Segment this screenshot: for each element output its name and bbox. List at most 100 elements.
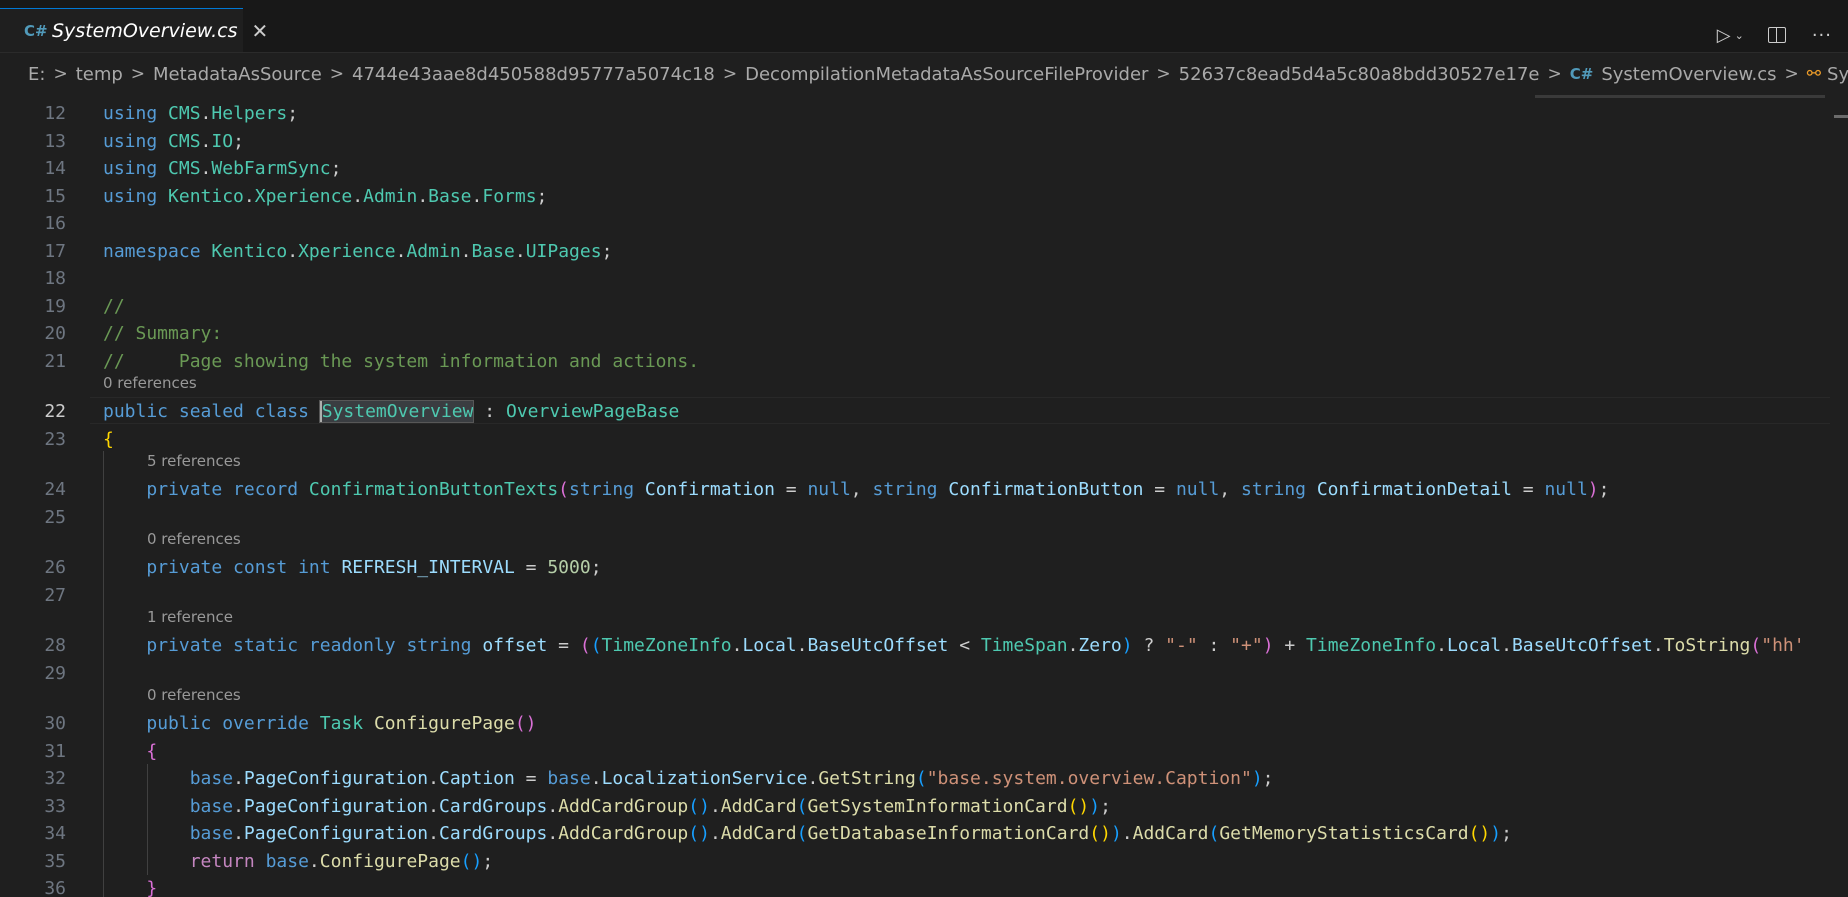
code-token: using [103,185,169,207]
code-token: ) [1490,823,1502,844]
code-line[interactable]: // [103,296,125,317]
code-token: ConfirmationButtonTexts [308,479,559,500]
line-number: 25 [44,506,66,528]
code-token: Local [742,635,797,656]
line-number: 29 [44,662,66,684]
code-line[interactable]: using CMS.WebFarmSync; [103,158,341,179]
horizontal-scroll-shadow [1535,95,1825,98]
chevron-right-icon: > [1784,64,1799,84]
code-token: ) [1089,795,1101,817]
code-token: base [189,823,234,844]
code-line[interactable]: base.PageConfiguration.CardGroups.AddCar… [103,796,1111,817]
code-token: . [1652,635,1664,656]
code-token: BaseUtcOffset [807,635,949,656]
line-number: 34 [44,823,66,844]
chevron-right-icon: > [130,64,146,84]
code-line[interactable]: base.PageConfiguration.CardGroups.AddCar… [103,823,1512,844]
line-number: 19 [44,295,66,317]
line-number: 24 [44,479,66,500]
breadcrumb-item[interactable]: E: [28,64,45,85]
code-line[interactable]: // Summary: [103,323,222,344]
breadcrumb-item[interactable]: 4744e43aae8d450588d95777a5074c18 [352,64,715,85]
codelens-references[interactable]: 0 references [147,686,241,704]
breadcrumb-file[interactable]: SystemOverview.cs [1601,64,1776,85]
code-token: base [189,768,234,789]
code-token: BaseUtcOffset [1511,635,1653,656]
code-token: . [417,185,429,207]
code-token: . [460,240,472,262]
indent-guide [147,764,148,875]
code-token: CMS [168,158,201,179]
code-token: return [189,850,266,872]
code-editor[interactable]: 12 using CMS.Helpers; 13 using CMS.IO; 14 usi… [0,95,1848,897]
code-token: . [547,823,559,844]
code-token: ; [601,240,613,262]
code-line[interactable]: private const int REFRESH_INTERVAL = 500… [103,557,601,578]
code-token: . [514,240,526,262]
code-line[interactable]: } [103,878,157,897]
code-token: TimeZoneInfo [1306,635,1437,656]
tab-systemoverview[interactable]: C# SystemOverview.cs ✕ [0,8,268,52]
codelens-references[interactable]: 0 references [103,374,197,392]
code-line[interactable]: { [103,429,114,450]
line-number: 30 [44,713,66,734]
line-number: 23 [44,428,66,450]
code-token: Local [1446,635,1502,656]
code-token: ConfigurePage [319,850,461,872]
more-actions-icon[interactable]: ··· [1812,25,1832,46]
code-token: GetDatabaseInformationCard [807,823,1090,844]
code-line[interactable]: private static readonly string offset = … [103,635,1804,656]
code-line[interactable]: using CMS.Helpers; [103,103,298,124]
code-token: base [547,768,591,789]
code-line[interactable]: using CMS.IO; [103,131,244,152]
code-token: LocalizationService [601,768,808,789]
codelens-references[interactable]: 0 references [147,530,241,548]
code-token: IO [211,130,234,152]
split-editor-icon[interactable] [1767,27,1786,43]
code-token: ; [1262,768,1274,789]
breadcrumb-item[interactable]: DecompilationMetadataAsSourceFileProvide… [745,64,1148,85]
code-token: ( [796,823,808,844]
code-token: . [395,240,407,262]
breadcrumb-item[interactable]: 52637c8ead5d4a5c80a8bdd30527e17e [1179,64,1540,85]
line-number: 15 [44,185,66,207]
code-line[interactable]: private record ConfirmationButtonTexts(s… [103,479,1609,500]
code-line[interactable]: // Page showing the system information a… [103,351,699,372]
code-token: base [189,795,234,817]
code-token: ; [536,185,548,207]
code-token: . [1501,635,1512,656]
code-token: private const int [146,557,342,578]
breadcrumb-symbol[interactable]: SystemOverview [1827,64,1848,85]
code-token: ; [233,130,244,152]
run-icon[interactable]: ▷ [1717,25,1731,46]
class-symbol-icon: ⚯ [1806,64,1822,84]
code-line[interactable]: return base.ConfigurePage(); [103,851,493,872]
code-line[interactable]: namespace Kentico.Xperience.Admin.Base.U… [103,241,612,262]
breadcrumb-item[interactable]: temp [76,64,123,85]
code-token: AddCardGroup [558,823,689,844]
line-number: 22 [44,401,66,422]
code-token: . [287,240,299,262]
code-token: // [103,295,125,317]
code-token: = [514,768,548,789]
codelens-references[interactable]: 5 references [147,452,241,470]
code-token: GetSystemInformationCard [807,795,1068,817]
code-token: WebFarmSync [211,158,331,179]
code-line[interactable]: { [103,741,157,762]
code-line[interactable]: base.PageConfiguration.Caption = base.Lo… [103,768,1274,789]
line-number: 12 [44,103,66,124]
code-token: . [243,185,255,207]
code-token: ConfirmationButton [948,479,1144,500]
close-icon[interactable]: ✕ [251,19,268,43]
code-line[interactable]: public sealed class SystemOverview : Ove… [103,400,679,423]
code-line[interactable]: using Kentico.Xperience.Admin.Base.Forms… [103,186,547,207]
breadcrumb-item[interactable]: MetadataAsSource [153,64,322,85]
chevron-right-icon: > [53,64,68,84]
codelens-references[interactable]: 1 reference [147,608,233,626]
chevron-down-icon[interactable]: ⌄ [1735,29,1744,42]
code-line[interactable]: public override Task ConfigurePage() [103,713,536,734]
code-token: Xperience [298,240,396,262]
